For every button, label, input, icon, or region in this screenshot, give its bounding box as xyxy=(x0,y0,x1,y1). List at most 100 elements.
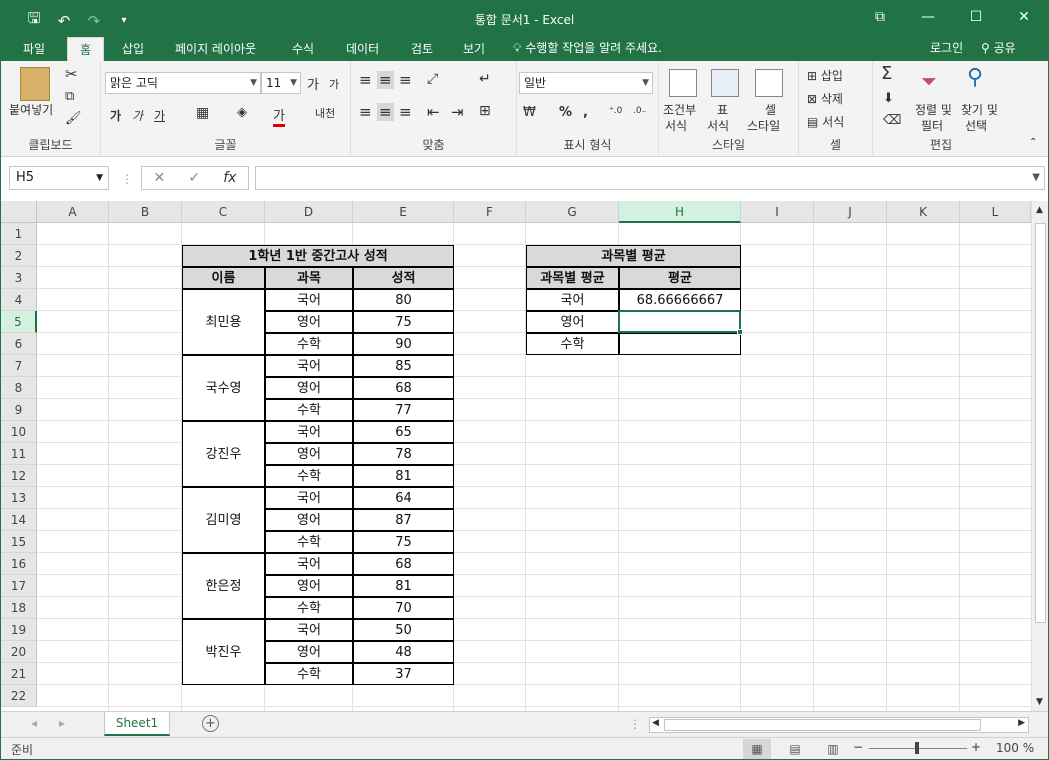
align-right-icon[interactable]: ≡ xyxy=(399,103,412,121)
column-header-e[interactable]: E xyxy=(353,201,454,223)
tab-home[interactable]: 홈 xyxy=(67,37,105,61)
score-cell[interactable]: 65 xyxy=(353,421,454,443)
sheet-tab-sheet1[interactable]: Sheet1 xyxy=(104,712,170,736)
cut-icon[interactable]: ✂ xyxy=(65,65,78,83)
score-cell[interactable]: 80 xyxy=(353,289,454,311)
enter-icon[interactable]: ✓ xyxy=(188,170,200,186)
formula-input[interactable]: ▼ xyxy=(255,166,1045,190)
vertical-scroll-thumb[interactable] xyxy=(1035,223,1046,623)
align-top-icon[interactable]: ≡ xyxy=(359,71,372,89)
subject-cell[interactable]: 국어 xyxy=(265,619,353,641)
row-header-4[interactable]: 4 xyxy=(1,289,37,311)
student-name-cell[interactable]: 강진우 xyxy=(182,421,265,487)
merge-center-icon[interactable]: ⊞ xyxy=(479,103,491,119)
phonetic-button[interactable]: 내천 xyxy=(315,105,335,121)
page-layout-view-icon[interactable]: ▤ xyxy=(781,739,809,759)
borders-icon[interactable]: ▦ xyxy=(196,105,209,121)
conditional-format-label-1[interactable]: 조건부 xyxy=(663,101,696,118)
subject-cell[interactable]: 국어 xyxy=(265,355,353,377)
percent-button[interactable]: % xyxy=(559,105,572,120)
comma-button[interactable]: , xyxy=(583,105,588,120)
page-break-view-icon[interactable]: ▥ xyxy=(819,739,847,759)
subject-cell[interactable]: 영어 xyxy=(265,311,353,333)
table1-header-2[interactable]: 성적 xyxy=(353,267,454,289)
cell-styles-label-2[interactable]: 스타일 xyxy=(747,117,780,134)
column-header-c[interactable]: C xyxy=(182,201,265,223)
table1-title[interactable]: 1학년 1반 중간고사 성적 xyxy=(182,245,454,267)
decrease-decimal-icon[interactable]: .0₋ xyxy=(633,106,646,116)
zoom-level[interactable]: 100 % xyxy=(996,741,1034,755)
average-subject-cell[interactable]: 수학 xyxy=(526,333,619,355)
subject-cell[interactable]: 수학 xyxy=(265,597,353,619)
format-cells-button[interactable]: ▤ 서식 xyxy=(807,113,844,130)
column-header-i[interactable]: I xyxy=(741,201,814,223)
row-header-18[interactable]: 18 xyxy=(1,597,37,619)
share-button[interactable]: ⚲ 공유 xyxy=(981,39,1016,56)
column-header-l[interactable]: L xyxy=(960,201,1031,223)
delete-cells-button[interactable]: ⊠ 삭제 xyxy=(807,90,843,107)
orientation-icon[interactable]: ⤢ xyxy=(427,71,438,87)
fill-color-icon[interactable]: ◈ xyxy=(237,105,247,120)
tab-splitter-icon[interactable]: ⋮ xyxy=(629,717,641,731)
paste-icon[interactable] xyxy=(20,67,50,101)
column-header-g[interactable]: G xyxy=(526,201,619,223)
row-header-3[interactable]: 3 xyxy=(1,267,37,289)
fill-handle[interactable] xyxy=(737,329,743,335)
column-header-h[interactable]: H xyxy=(619,201,741,223)
sort-filter-icon[interactable]: ⏷ xyxy=(921,69,937,93)
row-header-1[interactable]: 1 xyxy=(1,223,37,245)
horizontal-scrollbar[interactable]: ◀ ▶ xyxy=(649,717,1029,733)
tab-page-layout[interactable]: 페이지 레이아웃 xyxy=(173,37,258,61)
row-header-22[interactable]: 22 xyxy=(1,685,37,707)
row-header-13[interactable]: 13 xyxy=(1,487,37,509)
cell-styles-label-1[interactable]: 셀 xyxy=(765,101,776,118)
clear-icon[interactable]: ⌫ xyxy=(883,113,901,128)
score-cell[interactable]: 64 xyxy=(353,487,454,509)
align-bottom-icon[interactable]: ≡ xyxy=(399,71,412,89)
close-button[interactable]: ✕ xyxy=(1000,1,1048,33)
scroll-left-arrow-icon[interactable]: ◀ xyxy=(652,718,659,728)
select-all-button[interactable] xyxy=(1,201,37,223)
tab-review[interactable]: 검토 xyxy=(409,37,435,61)
score-cell[interactable]: 81 xyxy=(353,465,454,487)
row-header-11[interactable]: 11 xyxy=(1,443,37,465)
find-select-label-1[interactable]: 찾기 및 xyxy=(961,101,998,118)
increase-decimal-icon[interactable]: ⁺.0 xyxy=(609,106,622,116)
score-cell[interactable]: 85 xyxy=(353,355,454,377)
row-header-19[interactable]: 19 xyxy=(1,619,37,641)
score-cell[interactable]: 68 xyxy=(353,553,454,575)
login-link[interactable]: 로그인 xyxy=(930,39,963,56)
normal-view-icon[interactable]: ▦ xyxy=(743,739,771,759)
average-subject-cell[interactable]: 국어 xyxy=(526,289,619,311)
student-name-cell[interactable]: 국수영 xyxy=(182,355,265,421)
score-cell[interactable]: 37 xyxy=(353,663,454,685)
bold-button[interactable]: 가 xyxy=(110,107,121,124)
format-as-table-label-2[interactable]: 서식 xyxy=(707,117,729,134)
shrink-font-button[interactable]: 가 xyxy=(329,76,339,92)
add-sheet-button[interactable]: + xyxy=(202,715,219,732)
score-cell[interactable]: 50 xyxy=(353,619,454,641)
autosum-button[interactable]: Σ xyxy=(881,63,892,84)
underline-button[interactable]: 가 xyxy=(154,107,165,124)
table2-header-subject[interactable]: 과목별 평균 xyxy=(526,267,619,289)
table2-header-average[interactable]: 평균 xyxy=(619,267,741,289)
align-middle-icon[interactable]: ≡ xyxy=(377,71,394,89)
grow-font-button[interactable]: 가 xyxy=(307,74,319,93)
score-cell[interactable]: 75 xyxy=(353,531,454,553)
average-value-cell[interactable] xyxy=(619,333,741,355)
expand-formula-icon[interactable]: ▼ xyxy=(1032,172,1040,183)
zoom-slider-thumb[interactable] xyxy=(915,742,919,754)
tab-insert[interactable]: 삽입 xyxy=(120,37,146,61)
cancel-icon[interactable]: ✕ xyxy=(154,170,166,186)
scroll-up-icon[interactable]: ▲ xyxy=(1036,205,1043,215)
decrease-indent-icon[interactable]: ⇤ xyxy=(427,103,440,121)
column-header-k[interactable]: K xyxy=(887,201,960,223)
fill-icon[interactable]: ⬇ xyxy=(883,91,894,106)
format-painter-icon[interactable]: 🖌 xyxy=(65,111,82,126)
wrap-text-icon[interactable]: ↵ xyxy=(479,71,491,87)
tab-data[interactable]: 데이터 xyxy=(344,37,381,61)
subject-cell[interactable]: 국어 xyxy=(265,487,353,509)
score-cell[interactable]: 77 xyxy=(353,399,454,421)
subject-cell[interactable]: 영어 xyxy=(265,443,353,465)
collapse-ribbon-icon[interactable]: ⌃ xyxy=(1029,137,1037,148)
